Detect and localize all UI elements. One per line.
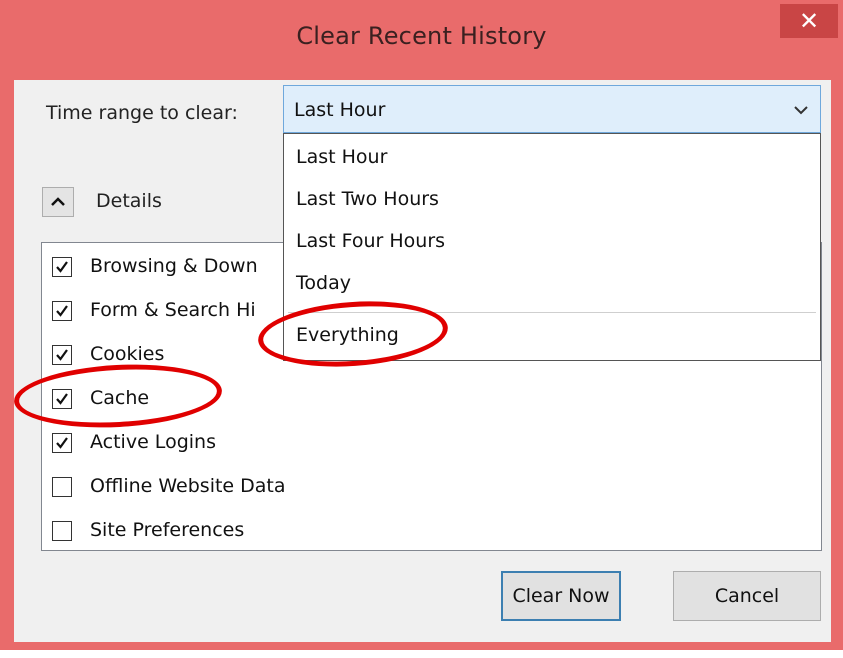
checkbox[interactable] <box>52 433 72 453</box>
cancel-button[interactable]: Cancel <box>673 571 821 621</box>
dropdown-separator <box>288 312 816 313</box>
chevron-down-icon <box>794 106 808 115</box>
time-range-select[interactable]: Last Hour <box>283 85 821 133</box>
dropdown-option-everything[interactable]: Everything <box>296 324 399 346</box>
list-item-label: Cache <box>90 387 150 409</box>
title-bar[interactable]: Clear Recent History ✕ <box>0 0 843 80</box>
list-item-label: Cookies <box>90 343 165 365</box>
chevron-up-icon <box>51 197 65 206</box>
checkbox[interactable] <box>52 389 72 409</box>
details-label: Details <box>96 190 162 212</box>
list-item-label: Offline Website Data <box>90 475 286 497</box>
time-range-selected-value: Last Hour <box>294 99 386 121</box>
close-button[interactable]: ✕ <box>780 4 838 38</box>
dropdown-option-today[interactable]: Today <box>296 272 351 294</box>
list-item-label: Browsing & Down <box>90 255 258 277</box>
list-item-label: Form & Search Hi <box>90 299 256 321</box>
dropdown-option-last-four-hours[interactable]: Last Four Hours <box>296 230 445 252</box>
checkbox[interactable] <box>52 301 72 321</box>
checkmark-icon <box>56 393 68 405</box>
checkmark-icon <box>56 349 68 361</box>
checkmark-icon <box>56 437 68 449</box>
dropdown-option-last-hour[interactable]: Last Hour <box>296 146 387 168</box>
checkbox[interactable] <box>52 345 72 365</box>
time-range-dropdown-list: Last Hour Last Two Hours Last Four Hours… <box>283 133 821 361</box>
checkbox[interactable] <box>52 477 72 497</box>
checkbox[interactable] <box>52 521 72 541</box>
dialog-window: Clear Recent History ✕ Time range to cle… <box>0 0 843 650</box>
window-title: Clear Recent History <box>296 22 547 50</box>
time-range-label: Time range to clear: <box>46 102 238 124</box>
details-toggle-button[interactable] <box>42 187 74 217</box>
close-icon: ✕ <box>798 7 820 35</box>
checkbox[interactable] <box>52 257 72 277</box>
dropdown-option-last-two-hours[interactable]: Last Two Hours <box>296 188 439 210</box>
list-item-label: Site Preferences <box>90 519 245 541</box>
dialog-body: Time range to clear: Last Hour Details B… <box>14 80 831 642</box>
checkmark-icon <box>56 305 68 317</box>
list-item-label: Active Logins <box>90 431 216 453</box>
clear-now-button[interactable]: Clear Now <box>501 571 621 621</box>
checkmark-icon <box>56 261 68 273</box>
